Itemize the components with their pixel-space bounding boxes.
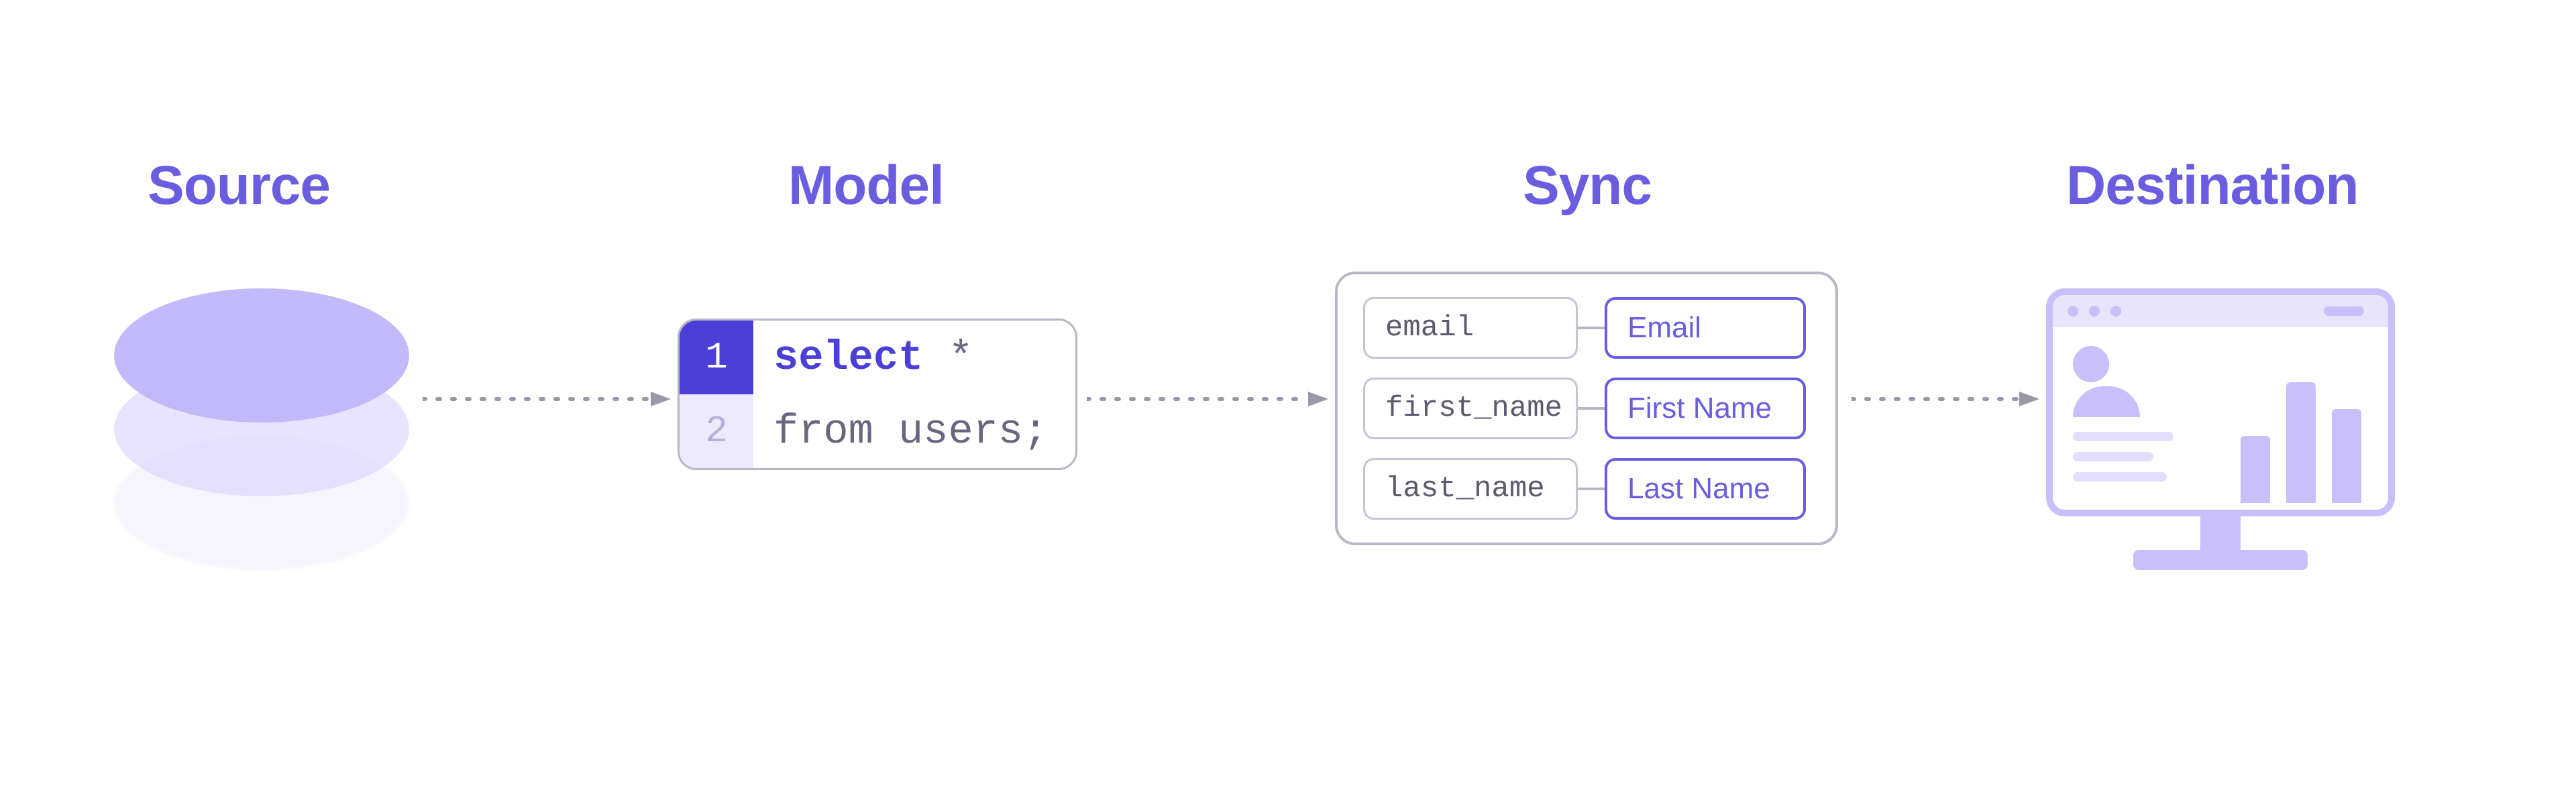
source-title: Source <box>148 154 330 217</box>
mapping-connector <box>1578 407 1605 410</box>
dest-field-pill: First Name <box>1605 378 1806 439</box>
source-field-pill: last_name <box>1363 458 1578 520</box>
dest-field-pill: Last Name <box>1605 458 1806 520</box>
mapping-row: email Email <box>1363 297 1810 359</box>
sql-text: from users; <box>753 408 1048 455</box>
source-field-pill: first_name <box>1363 378 1578 439</box>
source-field-pill: email <box>1363 297 1578 359</box>
destination-monitor-icon <box>2046 288 2395 570</box>
code-line-2: 2 from users; <box>680 394 1075 468</box>
dest-field-pill: Email <box>1605 297 1806 359</box>
arrow-model-to-sync <box>1087 389 1328 409</box>
database-icon <box>114 288 409 570</box>
mapping-row: first_name First Name <box>1363 378 1810 439</box>
sql-text: * <box>923 334 973 382</box>
destination-title: Destination <box>2066 154 2358 217</box>
sql-keyword: select <box>773 334 923 382</box>
line-number: 1 <box>680 321 753 394</box>
mapping-row: last_name Last Name <box>1363 458 1810 520</box>
mapping-connector <box>1578 327 1605 329</box>
arrow-sync-to-destination <box>1851 389 2039 409</box>
monitor-screen <box>2046 288 2395 516</box>
model-code-block: 1 select * 2 from users; <box>678 319 1077 470</box>
bar-chart-icon <box>2234 346 2368 510</box>
mapping-connector <box>1578 488 1605 490</box>
line-number: 2 <box>680 394 753 468</box>
model-title: Model <box>788 154 944 217</box>
code-line-1: 1 select * <box>680 321 1075 394</box>
pipeline-diagram: Source Model Sync Destination 1 select *… <box>0 0 2576 794</box>
profile-icon <box>2073 346 2207 510</box>
window-titlebar <box>2053 295 2388 327</box>
sync-title: Sync <box>1523 154 1652 217</box>
arrow-source-to-model <box>423 389 671 409</box>
sync-mapping-panel: email Email first_name First Name last_n… <box>1335 272 1838 545</box>
